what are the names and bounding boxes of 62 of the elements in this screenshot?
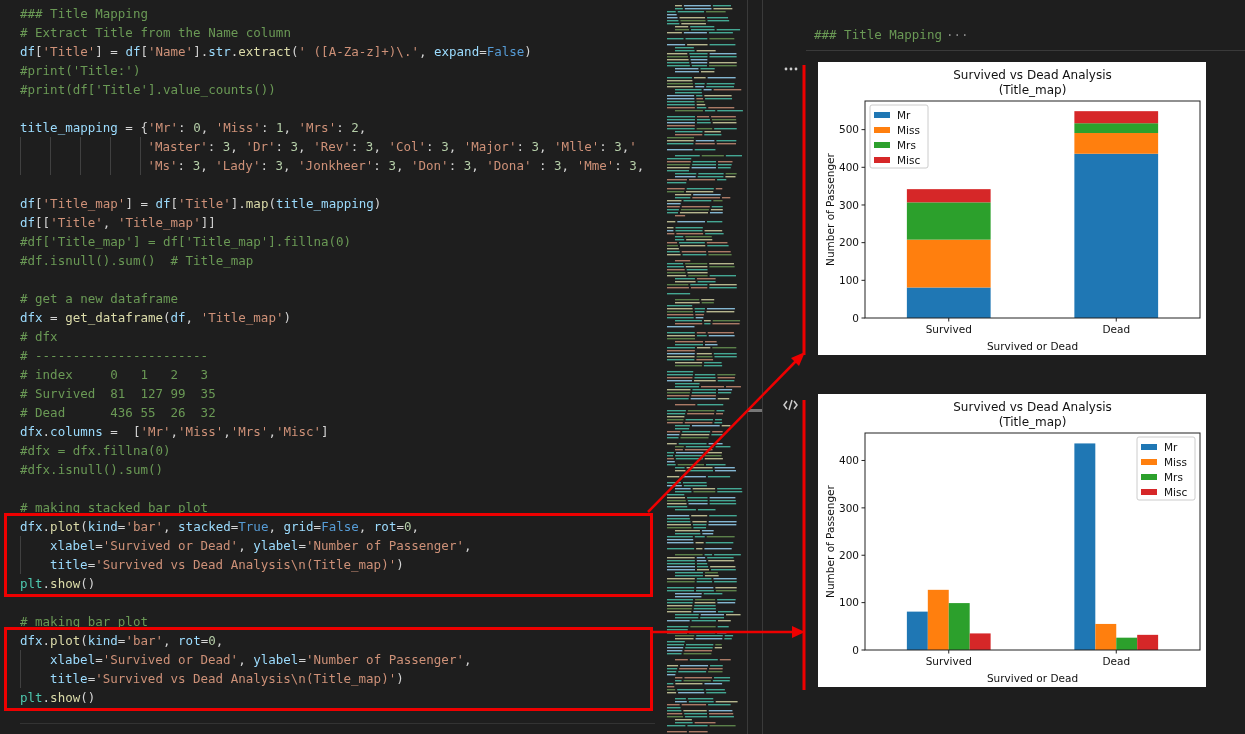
tick-label: 0: [852, 643, 859, 656]
tick-label: 100: [838, 274, 859, 287]
code-line: # dfx: [20, 328, 59, 346]
tick-label: Survived: [925, 655, 972, 667]
tick-label: Dead: [1102, 323, 1131, 335]
tick-label: 500: [838, 123, 859, 136]
code-line: #df.isnull().sum() # Title_map: [20, 252, 255, 270]
tick-label: Dead: [1102, 655, 1131, 667]
code-line: df['Title'] = df['Name'].str.extract(' ([A-Za-z]+)\.', expand=False): [20, 43, 533, 61]
scrollbar-thumb[interactable]: [748, 409, 762, 412]
code-line: # making stacked bar plot: [20, 499, 210, 517]
code-line: dfx.columns = ['Mr','Miss','Mrs','Misc']: [20, 423, 330, 441]
legend-box: [1136, 436, 1196, 501]
tick-label: Survived: [925, 323, 972, 335]
tick-label: 300: [838, 501, 859, 514]
code-line: # Extract Title from the Name column: [20, 24, 292, 42]
code-line: #print('Title:'): [20, 62, 142, 80]
code-line: dfx.plot(kind='bar', stacked=True, grid=False, rot=0,: [20, 518, 420, 536]
code-line: plt.show(): [20, 575, 97, 593]
code-line: #print(df['Title'].value_counts()): [20, 81, 277, 99]
tick-label: 400: [838, 454, 859, 467]
code-line: # get a new dataframe: [20, 290, 180, 308]
code-line: ### Title Mapping: [20, 5, 149, 23]
code-line: # Dead 436 55 26 32: [20, 404, 217, 422]
legend-label: Misc: [1164, 486, 1188, 498]
markdown-heading: ### Title Mapping: [814, 27, 942, 42]
code-line: dfx = get_dataframe(df, 'Title_map'): [20, 309, 292, 327]
legend-label: Mrs: [1164, 471, 1183, 483]
code-line: #df['Title_map'] = df['Title_map'].fillna(0): [20, 233, 353, 251]
more-text[interactable]: ···: [945, 27, 969, 42]
axis-label: Survived or Dead: [986, 672, 1079, 684]
legend-label: Mr: [897, 109, 911, 121]
axis-label: Survived or Dead: [986, 340, 1079, 352]
legend-label: Miss: [1164, 456, 1187, 468]
tick-label: 200: [838, 236, 859, 249]
code-line: title_mapping = {'Mr': 0, 'Miss': 1, 'Mrs': 2,: [20, 119, 368, 137]
tick-label: 100: [838, 596, 859, 609]
chart-title: Survived vs Dead Analysis (Title_map): [953, 400, 1112, 429]
legend-label: Misc: [897, 154, 921, 166]
axis-label: Number of Passenger: [824, 485, 836, 598]
chart-title: Survived vs Dead Analysis (Title_map): [953, 68, 1112, 97]
code-line: # -----------------------: [20, 347, 210, 365]
code-icon[interactable]: [783, 399, 798, 411]
code-line: #dfx.isnull().sum(): [20, 461, 164, 479]
tick-label: 300: [838, 198, 859, 211]
legend-label: Miss: [897, 124, 920, 136]
legend-label: Mr: [1164, 441, 1178, 453]
code-line: dfx.plot(kind='bar', rot=0,: [20, 632, 225, 650]
code-line: # Survived 81 127 99 35: [20, 385, 217, 403]
code-line: # index 0 1 2 3: [20, 366, 210, 384]
axis-label: Number of Passenger: [824, 153, 836, 266]
tick-label: 200: [838, 549, 859, 562]
code-line: # making bar plot: [20, 613, 149, 631]
code-line: df[['Title', 'Title_map']]: [20, 214, 217, 232]
code-line: #dfx = dfx.fillna(0): [20, 442, 172, 460]
legend-label: Mrs: [897, 139, 916, 151]
code-line: plt.show(): [20, 689, 97, 707]
tick-label: 0: [852, 311, 859, 324]
legend-box: [869, 104, 929, 169]
more-icon[interactable]: [783, 67, 798, 71]
code-line: df['Title_map'] = df['Title'].map(title_mapping): [20, 195, 383, 213]
tick-label: 400: [838, 161, 859, 174]
